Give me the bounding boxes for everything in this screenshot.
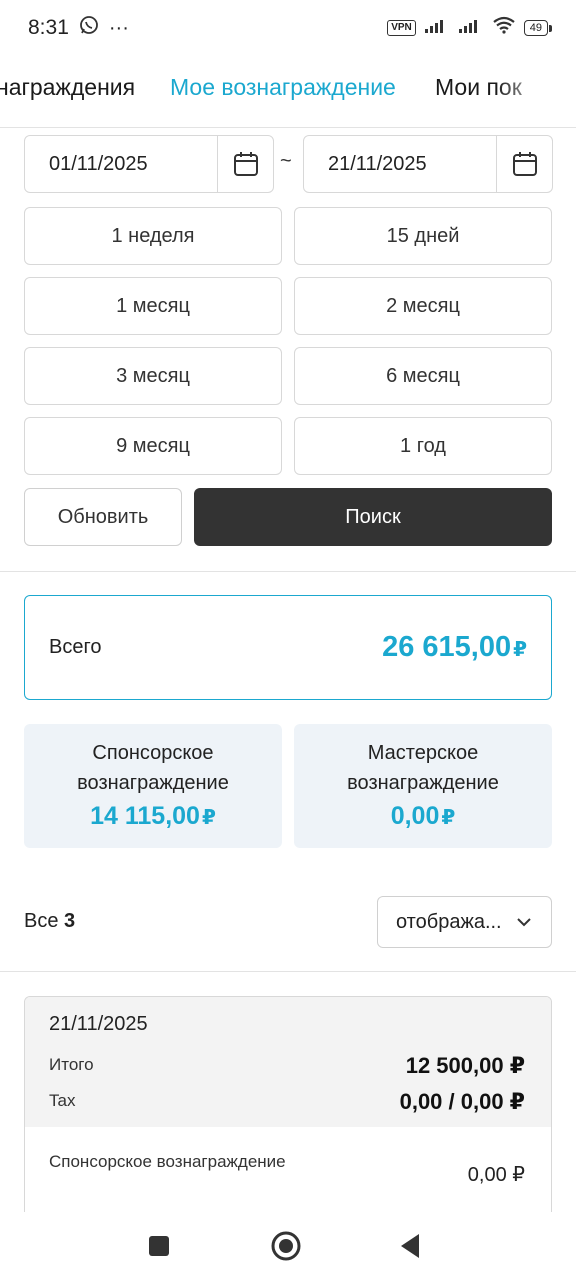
date-from-value: 01/11/2025 xyxy=(49,152,148,175)
signal-icon xyxy=(424,17,450,40)
result-count-value: 3 xyxy=(64,910,76,932)
signal-icon xyxy=(458,17,484,40)
record-sponsor-label: Спонсорское вознаграждение xyxy=(49,1152,286,1171)
record-header: 21/11/2025 Итого 12 500,00 ₽ Tax 0,00 / … xyxy=(25,997,551,1127)
period-button-3-months[interactable]: 3 месяц xyxy=(24,347,282,405)
divider xyxy=(0,571,576,572)
more-notifications-icon: ··· xyxy=(108,16,129,39)
tab-my-reward[interactable]: Мое вознаграждение xyxy=(170,74,396,101)
status-time: 8:31 xyxy=(28,16,69,39)
back-icon[interactable] xyxy=(392,1228,428,1264)
master-reward-value: 0,00 ₽ xyxy=(390,802,456,830)
wifi-icon xyxy=(492,16,516,40)
search-button[interactable]: Поиск xyxy=(194,488,552,546)
sponsor-reward-card: Спонсорское вознаграждение 14 115,00 ₽ xyxy=(24,724,282,848)
sponsor-reward-title: Спонсорское вознаграждение xyxy=(77,742,229,794)
period-button-1-month[interactable]: 1 месяц xyxy=(24,277,282,335)
master-reward-card: Мастерское вознаграждение 0,00 ₽ xyxy=(294,724,552,848)
period-button-1-week[interactable]: 1 неделя xyxy=(24,207,282,265)
status-bar: 8:31 ··· VPN 49 xyxy=(0,0,576,56)
calendar-icon[interactable] xyxy=(217,136,273,192)
total-value: 26 615,00 ₽ xyxy=(382,631,527,663)
display-select-value: отобража... xyxy=(396,910,502,933)
recents-icon[interactable] xyxy=(141,1228,177,1264)
period-button-9-months[interactable]: 9 месяц xyxy=(24,417,282,475)
system-nav-bar xyxy=(0,1212,576,1280)
refresh-button[interactable]: Обновить xyxy=(24,488,182,546)
currency-symbol: ₽ xyxy=(513,639,527,661)
home-icon[interactable] xyxy=(268,1228,304,1264)
master-reward-title: Мастерское вознаграждение xyxy=(347,742,499,794)
record-tax-value: 0,00 / 0,00 ₽ xyxy=(399,1089,525,1114)
date-separator: ~ xyxy=(280,150,292,172)
result-count: Все 3 xyxy=(24,910,76,932)
date-from-field[interactable]: 01/11/2025 xyxy=(24,135,274,193)
tab-rewards[interactable]: награждения xyxy=(0,74,135,101)
record-total-label: Итого xyxy=(49,1055,94,1074)
record-tax-label: Tax xyxy=(49,1091,76,1110)
record-sponsor-value: 0,00 ₽ xyxy=(467,1164,525,1186)
chevron-down-icon xyxy=(515,913,533,937)
period-button-15-days[interactable]: 15 дней xyxy=(294,207,552,265)
vpn-icon: VPN xyxy=(387,20,416,36)
total-card: Всего 26 615,00 ₽ xyxy=(24,595,552,700)
reward-record-card[interactable]: 21/11/2025 Итого 12 500,00 ₽ Tax 0,00 / … xyxy=(24,996,552,1226)
display-select[interactable]: отобража... xyxy=(377,896,552,948)
date-to-value: 21/11/2025 xyxy=(328,152,427,175)
record-date: 21/11/2025 xyxy=(49,1013,148,1035)
whatsapp-icon xyxy=(79,15,99,41)
sponsor-reward-value: 14 115,00 ₽ xyxy=(90,802,216,830)
tab-bar: награждения Мое вознаграждение Мои пок xyxy=(0,56,576,128)
calendar-icon[interactable] xyxy=(496,136,552,192)
period-button-6-months[interactable]: 6 месяц xyxy=(294,347,552,405)
period-button-1-year[interactable]: 1 год xyxy=(294,417,552,475)
total-label: Всего xyxy=(49,636,102,658)
record-total-value: 12 500,00 ₽ xyxy=(405,1053,525,1078)
date-to-field[interactable]: 21/11/2025 xyxy=(303,135,553,193)
period-button-2-months[interactable]: 2 месяц xyxy=(294,277,552,335)
tab-fade xyxy=(496,56,576,126)
battery-icon: 49 xyxy=(523,20,553,36)
divider xyxy=(0,971,576,972)
